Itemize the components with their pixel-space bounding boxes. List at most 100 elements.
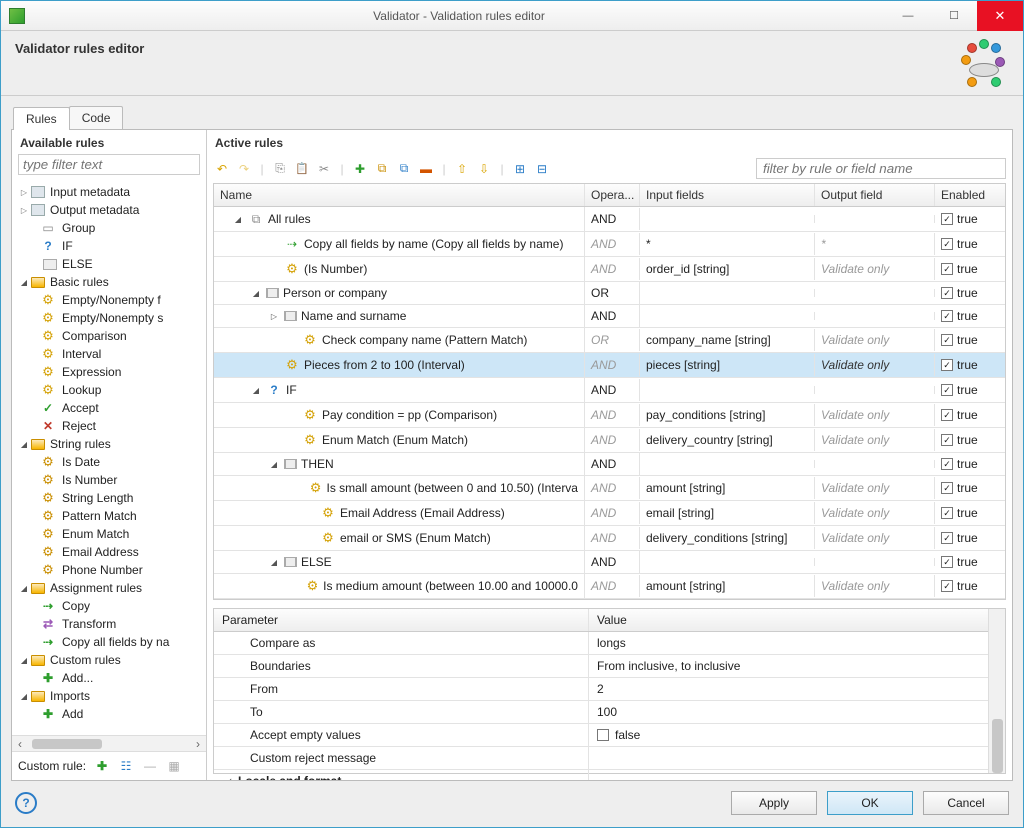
enabled-checkbox[interactable] xyxy=(941,263,953,275)
tree-item[interactable]: Empty/Nonempty s xyxy=(16,309,206,327)
custom-rule-add-icon[interactable] xyxy=(94,758,110,774)
custom-rule-grid-icon[interactable] xyxy=(166,758,182,774)
tree-item[interactable]: Group xyxy=(16,219,206,237)
col-enabled[interactable]: Enabled xyxy=(935,184,1005,206)
tree-item[interactable]: Expression xyxy=(16,363,206,381)
rule-enabled[interactable]: true xyxy=(935,233,1005,255)
enabled-checkbox[interactable] xyxy=(941,580,953,592)
rule-enabled[interactable]: true xyxy=(935,551,1005,573)
ok-button[interactable]: OK xyxy=(827,791,913,815)
col-input-fields[interactable]: Input fields xyxy=(640,184,815,206)
enabled-checkbox[interactable] xyxy=(941,359,953,371)
rule-enabled[interactable]: true xyxy=(935,502,1005,524)
grid-row[interactable]: Enum Match (Enum Match)ANDdelivery_count… xyxy=(214,428,1005,453)
param-row[interactable]: Accept empty valuesfalse xyxy=(214,724,988,747)
tree-item[interactable]: Imports xyxy=(16,687,206,705)
maximize-button[interactable] xyxy=(931,1,977,31)
copy-icon[interactable] xyxy=(271,160,289,178)
collapse-all-icon[interactable] xyxy=(533,160,551,178)
param-row[interactable]: Custom reject message xyxy=(214,747,988,770)
tree-item[interactable]: Add... xyxy=(16,669,206,687)
enabled-checkbox[interactable] xyxy=(941,532,953,544)
available-rules-filter-input[interactable] xyxy=(18,154,200,175)
tab-code[interactable]: Code xyxy=(69,106,124,129)
tree-item[interactable]: Output metadata xyxy=(16,201,206,219)
tree-item[interactable]: Email Address xyxy=(16,543,206,561)
tree-item[interactable]: Is Date xyxy=(16,453,206,471)
help-icon[interactable]: ? xyxy=(15,792,37,814)
tree-item[interactable]: Enum Match xyxy=(16,525,206,543)
params-section-locale[interactable]: ◢Locale and format xyxy=(214,770,988,780)
tab-rules[interactable]: Rules xyxy=(13,107,70,130)
add-rule-icon[interactable] xyxy=(351,160,369,178)
grid-row[interactable]: ◢THENANDtrue xyxy=(214,453,1005,476)
enabled-checkbox[interactable] xyxy=(941,287,953,299)
parameters-scrollbar[interactable] xyxy=(988,609,1005,773)
enabled-checkbox[interactable] xyxy=(941,384,953,396)
tree-item[interactable]: Custom rules xyxy=(16,651,206,669)
rule-enabled[interactable]: true xyxy=(935,477,1005,499)
tree-item[interactable]: ELSE xyxy=(16,255,206,273)
param-row[interactable]: BoundariesFrom inclusive, to inclusive xyxy=(214,655,988,678)
grid-row[interactable]: ◢IFANDtrue xyxy=(214,378,1005,403)
tree-item[interactable]: Empty/Nonempty f xyxy=(16,291,206,309)
tree-item[interactable]: Interval xyxy=(16,345,206,363)
tree-item[interactable]: Add xyxy=(16,705,206,723)
rule-enabled[interactable]: true xyxy=(935,305,1005,327)
tree-item[interactable]: Comparison xyxy=(16,327,206,345)
tree-item[interactable]: Basic rules xyxy=(16,273,206,291)
grid-row[interactable]: ◢ELSEANDtrue xyxy=(214,551,1005,574)
tree-item[interactable]: Pattern Match xyxy=(16,507,206,525)
enabled-checkbox[interactable] xyxy=(941,238,953,250)
rule-enabled[interactable]: true xyxy=(935,429,1005,451)
grid-body[interactable]: ◢All rulesANDtrueCopy all fields by name… xyxy=(214,207,1005,599)
grid-row[interactable]: Is medium amount (between 10.00 and 1000… xyxy=(214,574,1005,599)
grid-row[interactable]: Pieces from 2 to 100 (Interval)ANDpieces… xyxy=(214,353,1005,378)
enabled-checkbox[interactable] xyxy=(941,482,953,494)
grid-row[interactable]: (Is Number)ANDorder_id [string]Validate … xyxy=(214,257,1005,282)
rule-enabled[interactable]: true xyxy=(935,453,1005,475)
available-rules-tree[interactable]: Input metadataOutput metadataGroupIFELSE… xyxy=(12,181,206,735)
rule-enabled[interactable]: true xyxy=(935,282,1005,304)
col-name[interactable]: Name xyxy=(214,184,585,206)
close-button[interactable] xyxy=(977,1,1023,31)
rule-enabled[interactable]: true xyxy=(935,527,1005,549)
enabled-checkbox[interactable] xyxy=(941,334,953,346)
param-row[interactable]: Compare aslongs xyxy=(214,632,988,655)
param-row[interactable]: To100 xyxy=(214,701,988,724)
enabled-checkbox[interactable] xyxy=(941,458,953,470)
enabled-checkbox[interactable] xyxy=(941,556,953,568)
grid-row[interactable]: Check company name (Pattern Match)ORcomp… xyxy=(214,328,1005,353)
tree-item[interactable]: Reject xyxy=(16,417,206,435)
move-up-icon[interactable] xyxy=(453,160,471,178)
tree-item[interactable]: Copy xyxy=(16,597,206,615)
custom-rule-config-icon[interactable] xyxy=(118,758,134,774)
delete-icon[interactable] xyxy=(417,160,435,178)
enabled-checkbox[interactable] xyxy=(941,310,953,322)
enabled-checkbox[interactable] xyxy=(941,507,953,519)
tree-item[interactable]: String Length xyxy=(16,489,206,507)
rule-enabled[interactable]: true xyxy=(935,379,1005,401)
tree-horizontal-scrollbar[interactable]: ‹› xyxy=(12,735,206,751)
grid-row[interactable]: Copy all fields by name (Copy all fields… xyxy=(214,232,1005,257)
paste-icon[interactable] xyxy=(293,160,311,178)
grid-row[interactable]: ◢Person or companyORtrue xyxy=(214,282,1005,305)
grid-row[interactable]: Email Address (Email Address)ANDemail [s… xyxy=(214,501,1005,526)
col-operator[interactable]: Opera... xyxy=(585,184,640,206)
tree-item[interactable]: Phone Number xyxy=(16,561,206,579)
col-parameter[interactable]: Parameter xyxy=(214,609,589,631)
tree-item[interactable]: String rules xyxy=(16,435,206,453)
active-rules-filter-input[interactable] xyxy=(756,158,1006,179)
param-checkbox[interactable] xyxy=(597,729,609,741)
undo-icon[interactable] xyxy=(213,160,231,178)
tree-item[interactable]: Assignment rules xyxy=(16,579,206,597)
tree-item[interactable]: Is Number xyxy=(16,471,206,489)
enabled-checkbox[interactable] xyxy=(941,409,953,421)
grid-row[interactable]: Is small amount (between 0 and 10.50) (I… xyxy=(214,476,1005,501)
expand-all-icon[interactable] xyxy=(511,160,529,178)
tree-item[interactable]: Copy all fields by na xyxy=(16,633,206,651)
tree-item[interactable]: IF xyxy=(16,237,206,255)
tree-item[interactable]: Lookup xyxy=(16,381,206,399)
cancel-button[interactable]: Cancel xyxy=(923,791,1009,815)
custom-rule-remove-icon[interactable] xyxy=(142,758,158,774)
